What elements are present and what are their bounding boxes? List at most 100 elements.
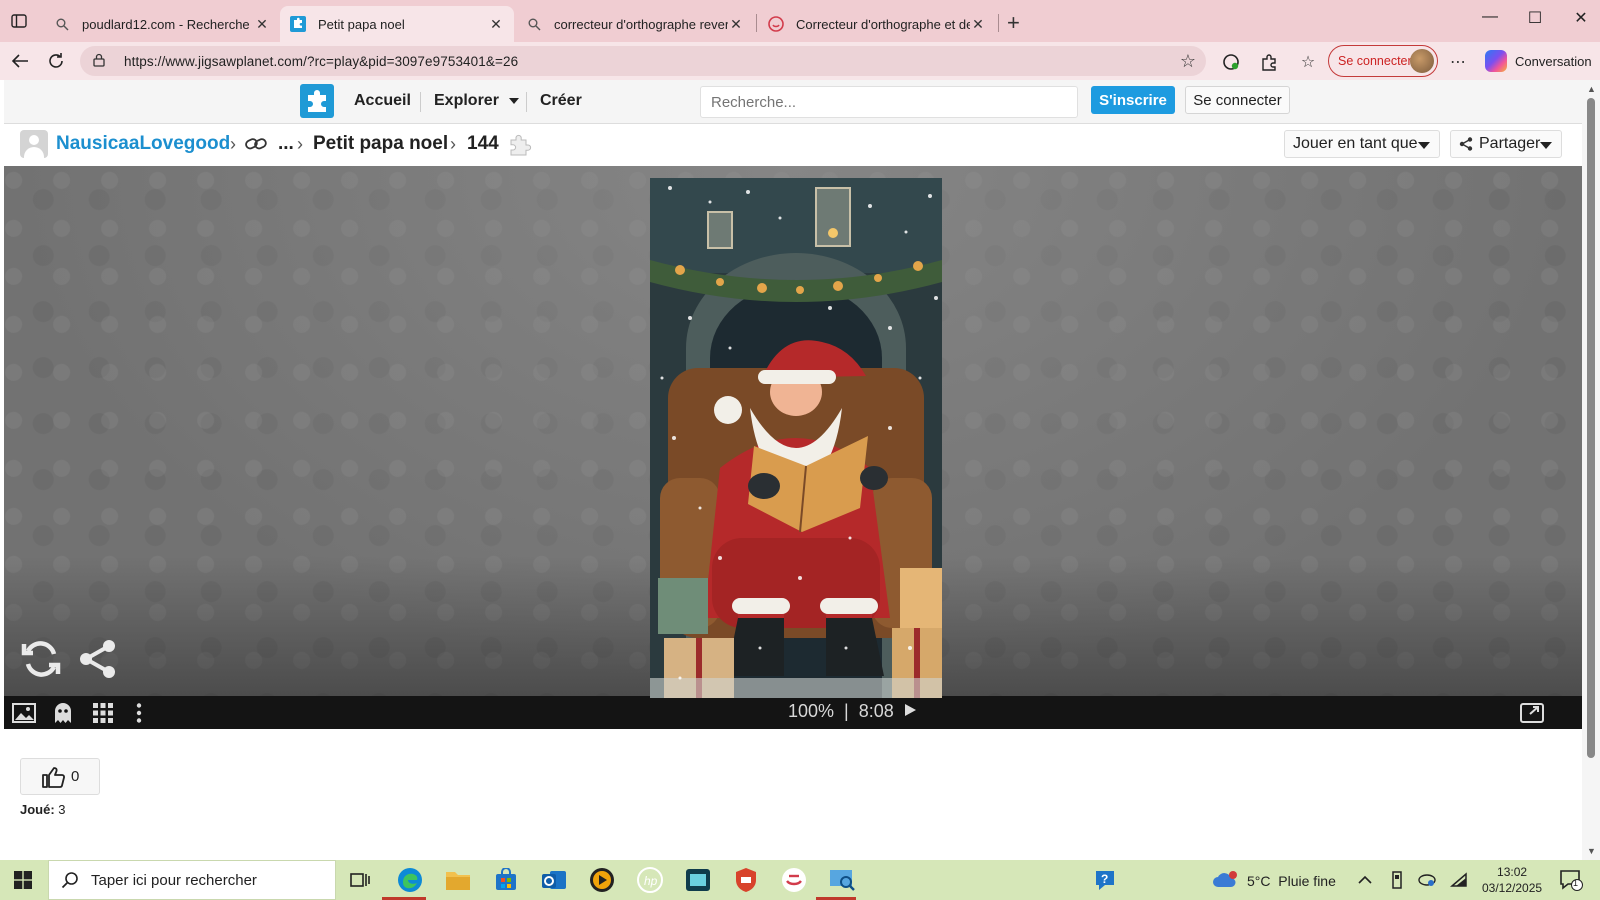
browser-tab-strip: poudlard12.com - Recherche ✕ Petit papa … <box>0 0 1600 42</box>
address-bar[interactable]: https://www.jigsawplanet.com/?rc=play&pi… <box>80 46 1206 76</box>
notification-center-icon[interactable]: 1 <box>1558 869 1584 891</box>
more-options-icon[interactable]: ⋯ <box>1447 51 1469 73</box>
favorite-star-icon[interactable]: ☆ <box>1180 51 1196 72</box>
nav-home[interactable]: Accueil <box>354 92 411 110</box>
preview-image-icon[interactable] <box>12 702 36 724</box>
terminal-app-icon[interactable] <box>684 866 712 894</box>
wifi-icon[interactable] <box>1450 871 1468 889</box>
edge-browser-icon[interactable] <box>396 866 424 894</box>
back-arrow-icon[interactable] <box>8 49 32 73</box>
signup-button[interactable]: S'inscrire <box>1091 86 1175 114</box>
network-globe-icon[interactable] <box>1418 871 1436 889</box>
play-icon[interactable] <box>903 703 917 717</box>
usb-device-icon[interactable] <box>1388 871 1406 889</box>
media-player-icon[interactable] <box>588 866 616 894</box>
puzzle-breadcrumb-bar: NausicaaLovegood › ... › Petit papa noel… <box>4 124 1582 166</box>
snipping-tool-icon[interactable] <box>828 866 856 894</box>
chevron-up-icon[interactable] <box>1356 871 1374 889</box>
page-scrollbar[interactable]: ▲ ▼ <box>1582 80 1600 860</box>
new-tab-icon[interactable]: + <box>1007 10 1020 36</box>
hp-icon[interactable]: hp <box>636 866 664 894</box>
svg-text:?: ? <box>1101 872 1108 886</box>
close-icon[interactable]: ✕ <box>970 16 986 33</box>
piece-count: 144 <box>467 133 499 154</box>
task-view-icon[interactable] <box>346 866 374 894</box>
weather-temp: 5°C <box>1247 873 1271 889</box>
maximize-icon[interactable]: ☐ <box>1525 8 1545 28</box>
jigsawplanet-logo-icon[interactable] <box>300 84 334 118</box>
tab-divider <box>756 14 757 32</box>
minimize-icon[interactable]: — <box>1480 8 1500 26</box>
played-value: 3 <box>58 802 66 817</box>
browser-essentials-icon[interactable] <box>1220 51 1242 73</box>
login-button[interactable]: Se connecter <box>1185 86 1290 114</box>
nav-create[interactable]: Créer <box>540 92 582 110</box>
played-count: Joué: 3 <box>20 802 66 817</box>
close-icon[interactable]: ✕ <box>254 16 270 33</box>
copilot-label: Conversation <box>1515 53 1592 69</box>
tab-actions-icon[interactable] <box>8 10 30 32</box>
browser-signin-button[interactable]: Se connecter <box>1328 45 1438 77</box>
grid-icon[interactable] <box>92 702 114 724</box>
windows-taskbar: Taper ici pour rechercher hp ? 5°C Pluie <box>0 860 1600 900</box>
scroll-thumb[interactable] <box>1587 98 1595 758</box>
reverso-app-icon[interactable] <box>780 866 808 894</box>
site-search-input[interactable] <box>700 86 1078 118</box>
link-icon[interactable] <box>245 135 267 158</box>
tab-poudlard[interactable]: poudlard12.com - Recherche ✕ <box>44 6 280 42</box>
weather-widget[interactable]: 5°C Pluie fine <box>1211 870 1336 892</box>
taskbar-clock[interactable]: 13:02 03/12/2025 <box>1482 864 1542 896</box>
taskbar-search[interactable]: Taper ici pour rechercher <box>48 860 336 900</box>
share-dropdown[interactable]: Partager <box>1450 130 1562 158</box>
chevron-right-icon: › <box>297 134 303 154</box>
site-info-icon[interactable] <box>92 53 108 69</box>
puzzle-toolbar: 100% | 8:08 <box>4 696 1582 729</box>
window-close-icon[interactable]: ✕ <box>1571 8 1591 28</box>
timer: 8:08 <box>858 701 894 721</box>
breadcrumb-ellipsis[interactable]: ... <box>278 133 294 155</box>
url-text: https://www.jigsawplanet.com/?rc=play&pi… <box>124 53 519 69</box>
microsoft-store-icon[interactable] <box>492 866 520 894</box>
scroll-down-icon[interactable]: ▼ <box>1587 846 1596 856</box>
puzzle-board[interactable] <box>4 166 1582 698</box>
copilot-icon <box>1485 50 1507 72</box>
share-label: Partager <box>1479 135 1541 152</box>
play-as-dropdown[interactable]: Jouer en tant que <box>1284 130 1440 158</box>
tab-correcteur[interactable]: Correcteur d'orthographe et de g ✕ <box>758 6 996 42</box>
search-icon <box>54 16 70 32</box>
nav-explore[interactable]: Explorer <box>434 92 520 110</box>
extensions-icon[interactable] <box>1258 51 1280 73</box>
tab-divider <box>998 14 999 32</box>
refresh-icon[interactable] <box>44 49 68 73</box>
chevron-down-icon <box>509 98 520 104</box>
breadcrumb-puzzle-title: Petit papa noel <box>313 133 449 154</box>
close-icon[interactable]: ✕ <box>728 16 744 33</box>
tab-reverso-search[interactable]: correcteur d'orthographe reverso ✕ <box>516 6 754 42</box>
share-puzzle-icon[interactable] <box>77 638 119 680</box>
security-app-icon[interactable] <box>732 866 760 894</box>
clock-date: 03/12/2025 <box>1482 881 1543 895</box>
favorites-icon[interactable]: ☆ <box>1297 51 1319 73</box>
user-avatar[interactable] <box>20 130 48 158</box>
more-vertical-icon[interactable] <box>134 702 156 724</box>
ghost-image-icon[interactable] <box>52 702 74 724</box>
svg-text:hp: hp <box>644 874 658 888</box>
puzzle-piece-icon <box>507 132 533 163</box>
tab-petit-papa-noel[interactable]: Petit papa noel ✕ <box>280 6 514 42</box>
copilot-button[interactable]: Conversation <box>1485 50 1592 72</box>
file-explorer-icon[interactable] <box>444 866 472 894</box>
windows-start-icon[interactable] <box>14 871 32 889</box>
breadcrumb-user[interactable]: NausicaaLovegood <box>56 133 230 155</box>
rain-cloud-icon <box>1213 871 1237 887</box>
clock-time: 13:02 <box>1497 865 1528 879</box>
shuffle-icon[interactable] <box>20 638 62 680</box>
zoom-level: 100% <box>788 701 835 721</box>
like-button[interactable]: 0 <box>20 758 100 795</box>
tab-title: correcteur d'orthographe reverso <box>554 16 728 32</box>
help-icon[interactable]: ? <box>1092 866 1120 894</box>
scroll-up-icon[interactable]: ▲ <box>1587 84 1596 94</box>
puzzle-image[interactable] <box>650 178 942 698</box>
close-icon[interactable]: ✕ <box>488 16 504 33</box>
outlook-icon[interactable] <box>540 866 568 894</box>
fullscreen-icon[interactable] <box>1520 702 1544 724</box>
